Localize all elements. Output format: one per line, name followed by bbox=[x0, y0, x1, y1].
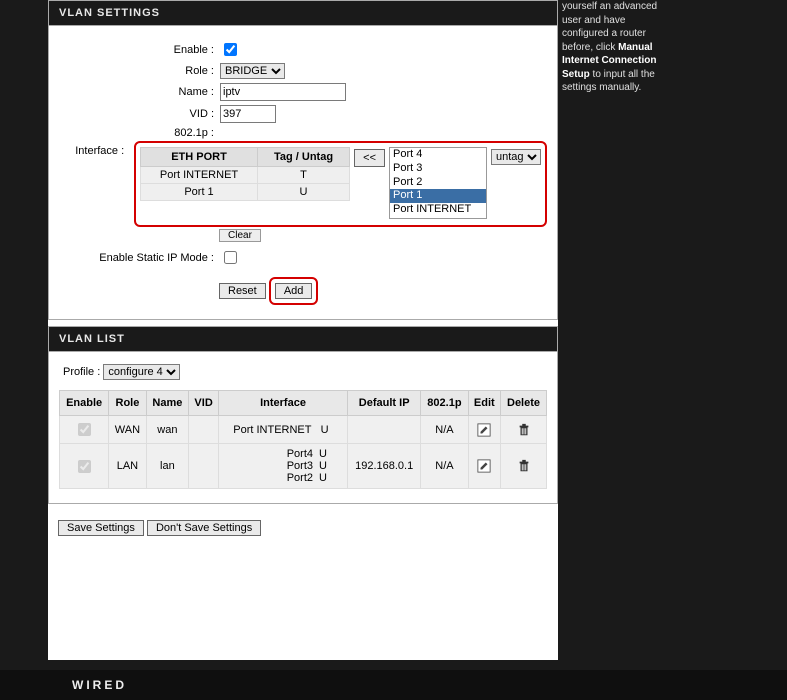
table-row: LAN lan Port4U Port3U Port2U 192.168.0.1… bbox=[60, 444, 547, 489]
vlan-list-header: VLAN LIST bbox=[48, 326, 558, 352]
enable-checkbox[interactable] bbox=[224, 43, 237, 56]
edit-icon[interactable] bbox=[477, 459, 491, 473]
port-option[interactable]: Port 1 bbox=[390, 189, 486, 203]
vid-label: VID : bbox=[59, 108, 220, 120]
interface-highlight-box: ETH PORT Tag / Untag Port INTERNET T Por… bbox=[134, 141, 547, 227]
row-enable-checkbox bbox=[78, 423, 91, 436]
row-enable-checkbox bbox=[78, 460, 91, 473]
vlan-list-table: Enable Role Name VID Interface Default I… bbox=[59, 390, 547, 489]
interface-row: Port 1 U bbox=[141, 184, 350, 201]
port-option[interactable]: Port 3 bbox=[390, 162, 486, 176]
vlan-settings-header: VLAN SETTINGS bbox=[48, 0, 558, 26]
vid-input[interactable] bbox=[220, 105, 276, 123]
add-highlight-box: Add bbox=[269, 277, 319, 305]
interface-table: ETH PORT Tag / Untag Port INTERNET T Por… bbox=[140, 147, 350, 201]
enable-label: Enable : bbox=[59, 44, 220, 56]
port-option[interactable]: Port INTERNET bbox=[390, 203, 486, 217]
8021p-label: 802.1p : bbox=[59, 127, 220, 139]
dont-save-settings-button[interactable]: Don't Save Settings bbox=[147, 520, 261, 536]
edit-icon[interactable] bbox=[477, 423, 491, 437]
interface-label: Interface : bbox=[59, 141, 130, 157]
static-ip-checkbox[interactable] bbox=[224, 251, 237, 264]
interface-row: Port INTERNET T bbox=[141, 167, 350, 184]
tag-untag-header: Tag / Untag bbox=[257, 148, 349, 167]
static-ip-label: Enable Static IP Mode : bbox=[59, 252, 220, 264]
untag-select[interactable]: untag bbox=[491, 149, 541, 165]
add-button[interactable]: Add bbox=[275, 283, 313, 299]
name-label: Name : bbox=[59, 86, 220, 98]
reset-button[interactable]: Reset bbox=[219, 283, 266, 299]
clear-button[interactable]: Clear bbox=[219, 229, 261, 242]
move-left-button[interactable]: << bbox=[354, 149, 385, 167]
name-input[interactable] bbox=[220, 83, 346, 101]
role-select[interactable]: BRIDGE bbox=[220, 63, 285, 79]
save-settings-button[interactable]: Save Settings bbox=[58, 520, 144, 536]
trash-icon[interactable] bbox=[517, 423, 531, 437]
vlan-settings-panel: VLAN SETTINGS Enable : Role : BRIDGE Nam… bbox=[48, 0, 558, 320]
vlan-list-panel: VLAN LIST Profile : configure 4 Enable R… bbox=[48, 326, 558, 504]
profile-select[interactable]: configure 4 bbox=[103, 364, 180, 380]
eth-port-header: ETH PORT bbox=[141, 148, 258, 167]
trash-icon[interactable] bbox=[517, 459, 531, 473]
table-row: WAN wan Port INTERNET U N/A bbox=[60, 416, 547, 444]
port-option[interactable]: Port 2 bbox=[390, 176, 486, 190]
profile-label: Profile : bbox=[63, 366, 100, 378]
footer-tab: WIRED bbox=[0, 670, 787, 700]
port-listbox[interactable]: Port 4 Port 3 Port 2 Port 1 Port INTERNE… bbox=[389, 147, 487, 219]
help-sidebar: yourself an advanced user and have confi… bbox=[558, 0, 676, 95]
role-label: Role : bbox=[59, 65, 220, 77]
port-option[interactable]: Port 4 bbox=[390, 148, 486, 162]
